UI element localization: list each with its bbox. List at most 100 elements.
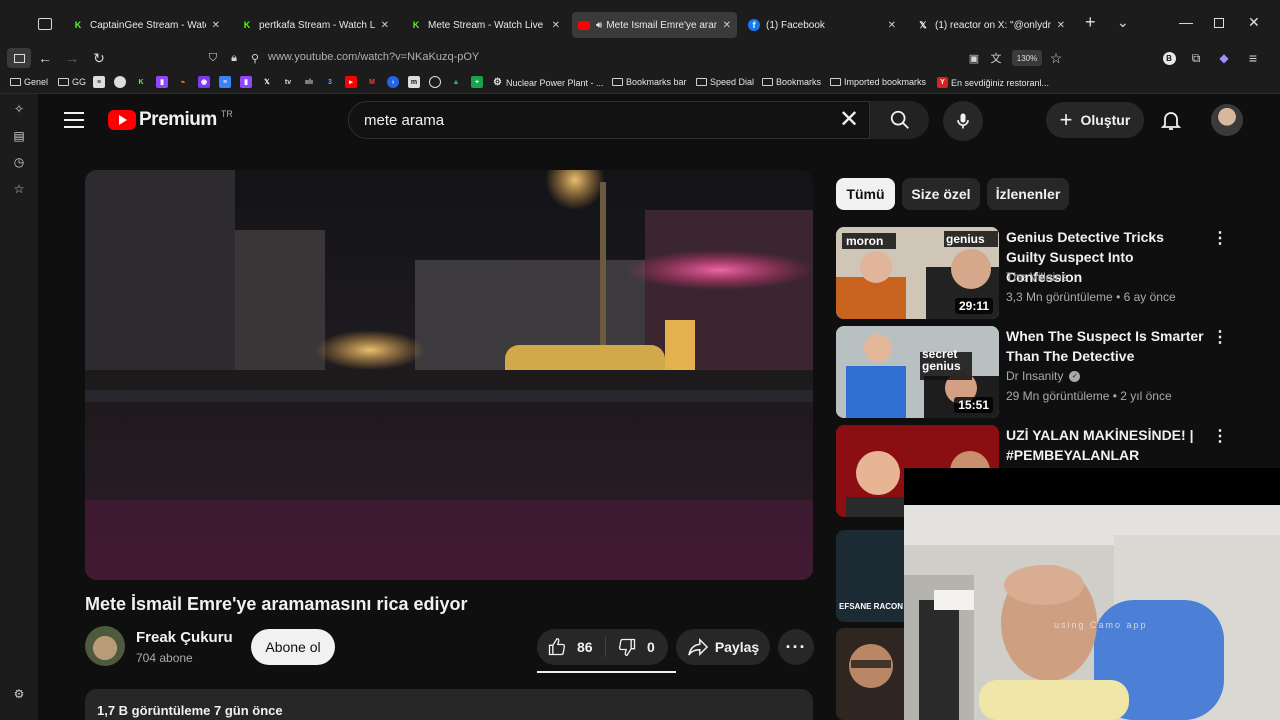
favorites-star-icon[interactable]: ☆ <box>12 182 26 196</box>
bookmark-3-icon[interactable]: 3 <box>324 76 336 88</box>
bookmark-kick-icon[interactable]: K <box>135 76 147 88</box>
sidebar-toggle-icon[interactable] <box>7 48 31 68</box>
vpn-icon[interactable]: ◆ <box>1213 48 1235 68</box>
rec-channel-1[interactable]: The Villains <box>1006 270 1068 284</box>
settings-gear-icon[interactable]: ⚙ <box>12 687 26 701</box>
close-window-icon[interactable]: ✕ <box>1248 14 1260 31</box>
rec-thumbnail-2[interactable]: secret genius 15:51 <box>836 326 999 418</box>
site-settings-icon[interactable]: ⚲ <box>244 48 266 68</box>
tab-mete-kick[interactable]: K Mete Stream - Watch Live on Kick ✕ <box>404 12 566 38</box>
bookmark-discord-icon[interactable]: ◉ <box>198 76 210 88</box>
screenshot-icon[interactable]: ▣ <box>963 48 985 68</box>
bookmark-restaurants[interactable]: Y En sevdiğiniz restoranl... <box>937 77 1049 88</box>
rec-thumbnail-5[interactable] <box>836 628 906 720</box>
bookmark-x-icon[interactable]: 𝕏 <box>261 76 273 88</box>
share-button[interactable]: Paylaş <box>676 629 770 665</box>
search-input[interactable]: mete arama <box>364 112 444 129</box>
close-tab-icon[interactable]: ✕ <box>723 20 731 31</box>
bookmark-ring-icon[interactable] <box>429 76 441 88</box>
bookmark-twitch-2-icon[interactable]: ▮ <box>240 76 252 88</box>
search-box[interactable]: mete arama ✕ <box>348 101 929 139</box>
menu-icon[interactable]: ≡ <box>1242 48 1264 68</box>
channel-avatar[interactable] <box>85 626 125 666</box>
create-button[interactable]: + Oluştur <box>1046 102 1144 138</box>
rec-menu-kebab-icon[interactable]: ⋮ <box>1212 327 1228 347</box>
close-tab-icon[interactable]: ✕ <box>888 20 896 31</box>
bookmark-tv-icon[interactable]: tv <box>282 76 294 88</box>
bookmark-folder-imported[interactable]: Imported bookmarks <box>830 77 926 87</box>
bookmark-youtube-icon[interactable]: ▸ <box>345 76 357 88</box>
bookmark-flame-icon[interactable]: ⌁ <box>177 76 189 88</box>
bookmark-sheets-icon[interactable]: + <box>471 76 483 88</box>
extensions-icon[interactable]: ⧉ <box>1185 48 1207 68</box>
forward-arrow-icon[interactable]: → <box>61 48 83 68</box>
dislike-button[interactable]: 0 <box>617 637 655 657</box>
speaker-icon[interactable]: 🔊︎ <box>596 20 602 31</box>
bookmark-chrome-icon[interactable] <box>114 76 126 88</box>
chip-watched[interactable]: İzlenenler <box>987 178 1069 210</box>
rec-thumbnail-4[interactable]: EFSANE RACON SA <box>836 530 906 622</box>
search-button[interactable] <box>869 101 929 139</box>
bookmark-docs-icon[interactable]: ≡ <box>219 76 231 88</box>
close-tab-icon[interactable]: ✕ <box>212 20 220 31</box>
shield-icon[interactable]: ⛉ <box>202 48 224 68</box>
more-actions-button[interactable]: ··· <box>778 629 814 665</box>
chip-for-you[interactable]: Size özel <box>902 178 980 210</box>
description-box[interactable]: 1,7 B görüntüleme 7 gün önce <box>85 689 813 720</box>
tab-pertkafa[interactable]: K pertkafa Stream - Watch Live on Kick ✕ <box>235 12 395 38</box>
tab-captaingee[interactable]: K CaptainGee Stream - Watch Live on Kick… <box>66 12 226 38</box>
bookmark-folder-bookmarks-bar[interactable]: Bookmarks bar <box>612 77 687 87</box>
bookmark-twitch-icon[interactable]: ▮ <box>156 76 168 88</box>
bookmark-stack-icon[interactable]: ≡ <box>93 76 105 88</box>
bookmark-folder-genel[interactable]: Genel <box>10 77 48 87</box>
rec-title-3[interactable]: UZİ YALAN MAKİNESİNDE! | #PEMBEYALANLAR <box>1006 425 1204 465</box>
lock-icon[interactable]: 🔒︎ <box>223 48 245 68</box>
bookmark-nuclear-power-plant[interactable]: ⚙ Nuclear Power Plant - ... <box>492 77 604 88</box>
subscribe-button[interactable]: Abone ol <box>251 629 335 665</box>
video-player[interactable] <box>85 170 813 580</box>
rec-menu-kebab-icon[interactable]: ⋮ <box>1212 426 1228 446</box>
rec-menu-kebab-icon[interactable]: ⋮ <box>1212 228 1228 248</box>
bookmark-folder-gg[interactable]: GG <box>58 77 86 87</box>
new-tab-plus-icon[interactable]: + <box>1085 13 1096 31</box>
hamburger-menu-icon[interactable] <box>64 112 84 128</box>
reading-list-icon[interactable]: ▤ <box>12 129 26 143</box>
minimize-icon[interactable]: — <box>1179 14 1193 30</box>
tab-overview-icon[interactable] <box>38 18 52 30</box>
maximize-icon[interactable] <box>1214 18 1224 28</box>
tab-youtube-active[interactable]: 🔊︎ Mete İsmail Emre'ye aramamasını rica … <box>572 12 737 38</box>
rec-thumbnail-1[interactable]: moron genius 29:11 <box>836 227 999 319</box>
close-tab-icon[interactable]: ✕ <box>1057 20 1065 31</box>
bookmark-folder-speed-dial[interactable]: Speed Dial <box>696 77 754 87</box>
notifications-bell-icon[interactable] <box>1159 108 1183 132</box>
profile-b-icon[interactable]: B <box>1158 48 1180 68</box>
clear-search-icon[interactable]: ✕ <box>839 107 859 133</box>
bookmark-star-icon[interactable]: ☆ <box>1045 48 1067 68</box>
channel-name[interactable]: Freak Çukuru <box>136 629 233 646</box>
close-tab-icon[interactable]: ✕ <box>381 20 389 31</box>
close-tab-icon[interactable]: ✕ <box>552 20 560 31</box>
rec-channel-2[interactable]: Dr Insanity ✓ <box>1006 369 1081 383</box>
like-button[interactable]: 86 <box>547 637 593 657</box>
account-avatar[interactable] <box>1211 104 1243 136</box>
chip-all[interactable]: Tümü <box>836 178 895 210</box>
bookmark-drive-icon[interactable]: ▲ <box>450 76 462 88</box>
url-text[interactable]: www.youtube.com/watch?v=NKaKuzq-pOY <box>268 51 479 63</box>
tab-x-reactor[interactable]: 𝕏 (1) reactor on X: "@onlydramaX ✕ <box>911 12 1071 38</box>
rec-title-2[interactable]: When The Suspect Is Smarter Than The Det… <box>1006 326 1204 366</box>
bookmark-gmail-icon[interactable]: M <box>366 76 378 88</box>
bookmark-www-icon[interactable]: ıılı <box>303 76 315 88</box>
bookmark-folder-bookmarks[interactable]: Bookmarks <box>762 77 821 87</box>
reload-icon[interactable]: ↻ <box>88 48 110 68</box>
tab-search-chevron-icon[interactable]: ⌄ <box>1117 14 1129 31</box>
bookmark-blue-circle-icon[interactable]: › <box>387 76 399 88</box>
tab-facebook[interactable]: f (1) Facebook ✕ <box>742 12 902 38</box>
zoom-level[interactable]: 130% <box>1012 50 1042 66</box>
back-arrow-icon[interactable]: ← <box>34 48 56 68</box>
ai-sparkle-icon[interactable]: ✧ <box>12 102 26 116</box>
youtube-premium-logo[interactable]: Premium TR <box>108 109 233 131</box>
translate-icon[interactable]: 文 <box>985 48 1007 68</box>
voice-search-button[interactable] <box>943 101 983 141</box>
bookmark-m-icon[interactable]: m <box>408 76 420 88</box>
history-icon[interactable]: ◷ <box>12 155 26 169</box>
